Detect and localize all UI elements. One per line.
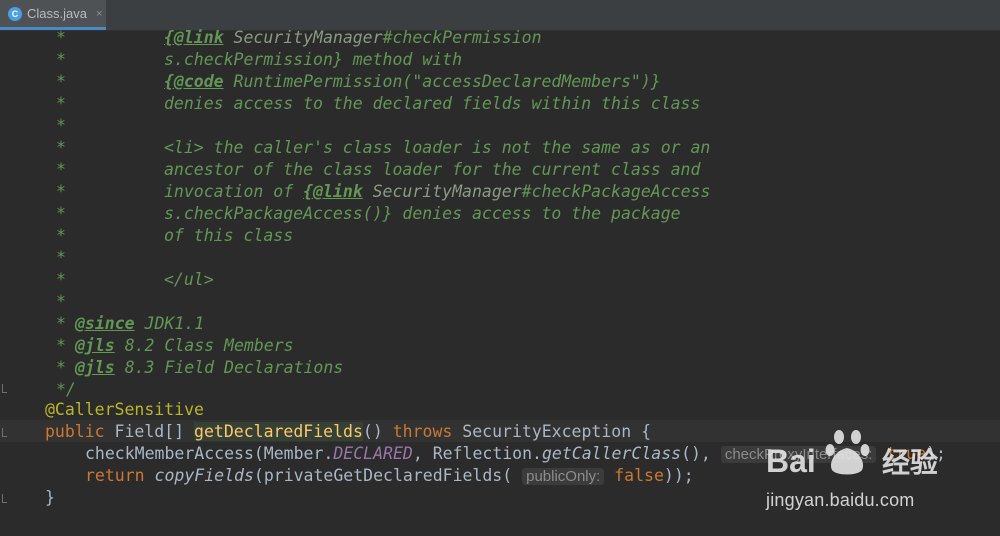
fold-marker-icon[interactable] [0,492,8,504]
fold-marker-icon[interactable] [0,382,8,394]
close-icon[interactable]: × [96,8,102,20]
method-name: getDeclaredFields [194,422,363,441]
baidu-jingyan-watermark: Bai 经验 jingyan.baidu.com [726,428,986,520]
parameter-hint: publicOnly: [522,468,605,485]
watermark-brand: Bai [766,443,816,479]
watermark-url: jingyan.baidu.com [766,490,915,510]
tab-label: Class.java [27,6,87,21]
watermark-brand-cn: 经验 [882,446,938,478]
fold-marker-icon[interactable] [0,426,8,438]
java-class-icon: C [8,6,22,21]
tab-class-java[interactable]: C Class.java × [0,0,106,30]
